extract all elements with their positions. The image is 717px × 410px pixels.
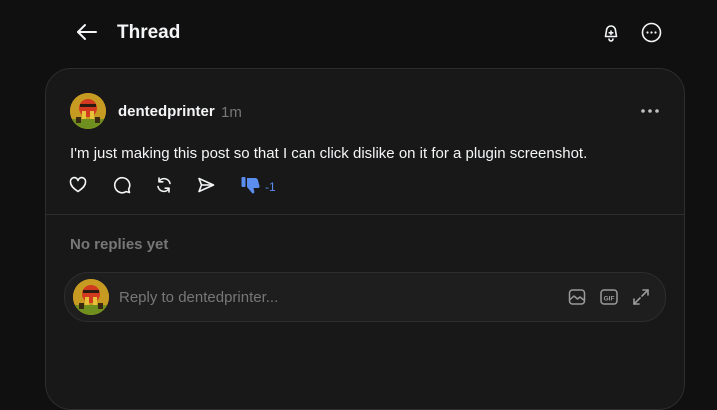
more-circle-icon[interactable] (639, 20, 663, 44)
repost-button[interactable] (154, 175, 174, 199)
no-replies-label: No replies yet (70, 236, 169, 253)
post-text: I'm just making this post so that I can … (70, 145, 588, 162)
share-button[interactable] (196, 175, 216, 199)
dislike-count: -1 (265, 180, 276, 194)
timestamp[interactable]: 1m (221, 103, 242, 123)
more-options-icon[interactable] (636, 99, 664, 123)
like-button[interactable] (68, 175, 88, 199)
thumbs-down-icon (240, 175, 262, 200)
back-arrow-icon[interactable] (74, 20, 100, 44)
heart-icon (68, 175, 88, 200)
username[interactable]: dentedprinter (118, 102, 215, 122)
comment-button[interactable] (112, 175, 132, 199)
divider (46, 214, 684, 215)
gif-icon[interactable]: GIF (597, 285, 621, 309)
thread-header: Thread (0, 0, 717, 66)
reply-composer[interactable]: GIF (64, 272, 666, 322)
image-icon[interactable] (565, 285, 589, 309)
reply-avatar (73, 279, 109, 315)
page-title: Thread (117, 22, 181, 43)
share-icon (196, 175, 216, 200)
comment-icon (112, 175, 132, 200)
thread-card: dentedprinter 1m I'm just making this po… (45, 68, 685, 410)
svg-text:GIF: GIF (604, 295, 615, 302)
avatar[interactable] (70, 93, 106, 129)
repost-icon (154, 175, 174, 200)
expand-icon[interactable] (629, 285, 653, 309)
bell-plus-icon[interactable] (599, 20, 623, 44)
dislike-button[interactable]: -1 (240, 175, 276, 199)
reply-input[interactable] (119, 285, 499, 309)
